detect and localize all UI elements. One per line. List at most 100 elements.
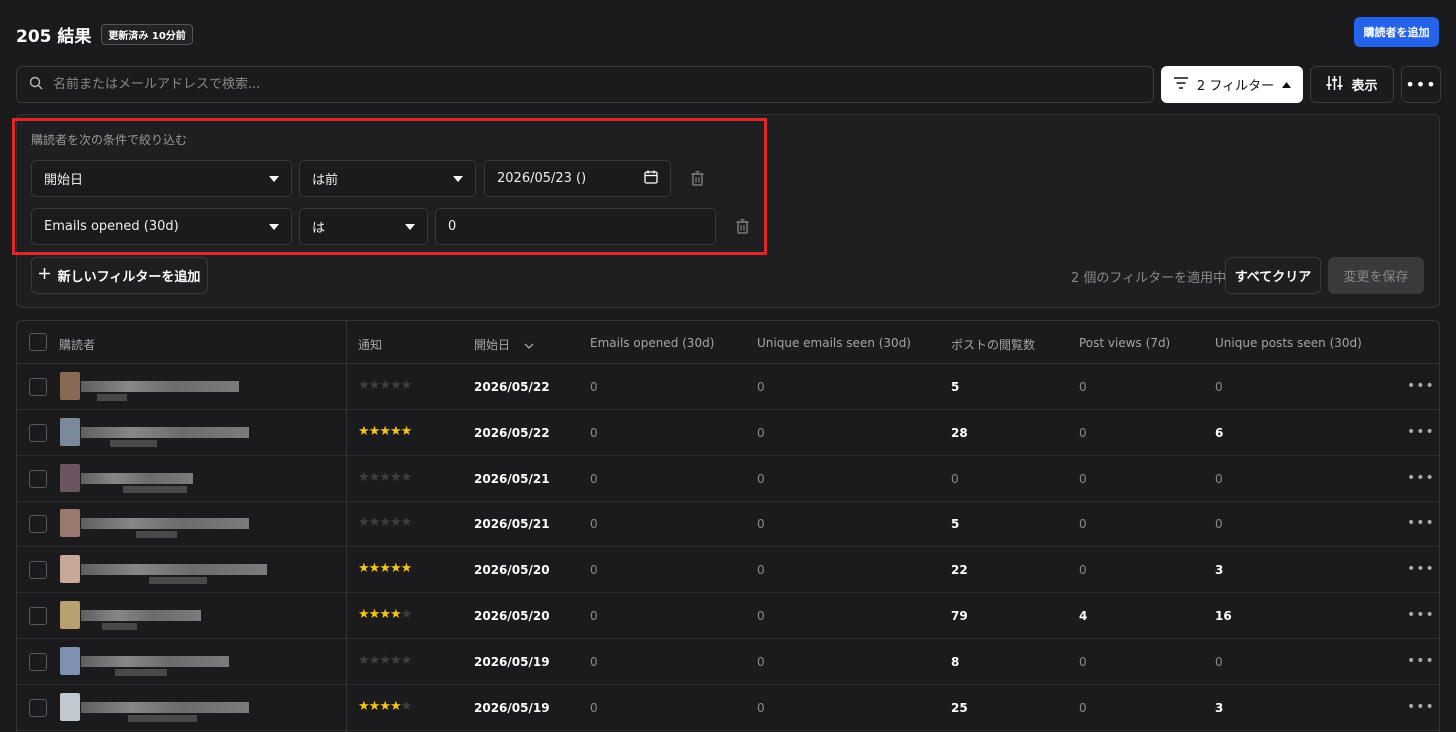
star-icon: ★ [400,652,413,668]
filter-heading: 購読者を次の条件で絞り込む [31,133,188,147]
notification-stars: ★★★★★ [358,515,412,531]
select-all-checkbox[interactable] [29,333,47,351]
star-icon: ★ [400,698,413,714]
start-date-label: 開始日 [474,338,511,352]
star-icon: ★ [358,378,370,393]
start-date-cell: 2026/05/19 [474,700,550,715]
emails-opened-cell: 0 [590,563,598,578]
row-checkbox[interactable] [29,698,47,717]
plus-icon [38,268,50,283]
column-header-unique-emails[interactable]: Unique emails seen (30d) [757,336,911,350]
view-button[interactable]: 表示 [1310,66,1394,103]
search-input[interactable] [53,77,1153,92]
unique-posts-cell: 0 [1215,654,1223,669]
caret-down-icon [453,175,463,182]
row-more-icon[interactable]: ••• [1407,561,1435,577]
start-date-cell: 2026/05/22 [474,425,550,440]
updated-badge: 更新済み 10分前 [101,23,193,45]
row-checkbox[interactable] [29,652,47,671]
column-header-unique-posts[interactable]: Unique posts seen (30d) [1215,336,1362,350]
table-row[interactable]: ★★★★★ 2026/05/19 0 0 8 0 0 ••• [17,639,1439,685]
row-more-icon[interactable]: ••• [1407,378,1435,394]
clear-all-button[interactable]: すべてクリア [1225,257,1321,294]
subscriber-email-redacted [149,577,207,585]
row-more-icon[interactable]: ••• [1407,424,1435,440]
avatar [60,646,80,675]
filter-1-operator-value: は前 [312,173,339,188]
row-more-icon[interactable]: ••• [1407,515,1435,531]
row-checkbox[interactable] [29,378,47,396]
subscriber-email-redacted [102,623,137,630]
subscriber-email-redacted [115,668,167,676]
row-checkbox[interactable] [29,423,47,442]
star-icon: ★ [368,515,381,531]
star-icon: ★ [368,652,381,668]
search-bar[interactable] [16,66,1154,103]
row-checkbox[interactable] [29,469,47,488]
filter-2-value-input[interactable]: 0 [435,208,716,245]
notification-stars: ★★★★★ [358,652,413,668]
filter-lines-icon [1173,76,1189,93]
post-views-7d-cell: 0 [1079,700,1087,715]
avatar [60,417,80,446]
add-filter-button[interactable]: 新しいフィルターを追加 [31,257,208,294]
star-icon: ★ [358,652,370,668]
column-header-emails-opened[interactable]: Emails opened (30d) [590,336,714,350]
avatar [60,692,80,721]
table-row[interactable]: ★★★★★ 2026/05/22 0 0 5 0 0 ••• [17,364,1439,410]
unique-emails-cell: 0 [757,563,765,578]
ellipsis-icon: ••• [1405,75,1437,94]
filter-1-field-select[interactable]: 開始日 [31,160,292,197]
column-header-subscriber[interactable]: 購読者 [59,336,95,353]
post-views-7d-cell: 0 [1079,517,1087,532]
row-checkbox[interactable] [29,561,47,580]
row-more-icon[interactable]: ••• [1407,607,1435,623]
post-views-cell: 0 [951,471,959,486]
filter-1-date-input[interactable]: 2026/05/23 () [484,160,671,197]
row-checkbox[interactable] [29,515,47,534]
table-row[interactable]: ★★★★★ 2026/05/22 0 0 28 0 6 ••• [17,410,1439,456]
avatar [60,555,80,584]
notification-stars: ★★★★★ [358,470,412,485]
post-views-cell: 79 [951,609,968,623]
unique-posts-cell: 3 [1215,563,1224,578]
notification-stars: ★★★★★ [358,561,412,576]
filter-1-field-value: 開始日 [44,173,84,188]
chevron-up-icon [1282,77,1292,92]
emails-opened-cell: 0 [590,700,598,715]
filter-1-operator-select[interactable]: は前 [299,160,476,197]
filter-2-delete-icon[interactable] [735,218,749,234]
table-row[interactable]: ★★★★★ 2026/05/21 0 0 0 0 0 ••• [17,456,1439,502]
add-subscriber-button[interactable]: 購読者を追加 [1354,17,1439,47]
row-more-icon[interactable]: ••• [1407,653,1435,669]
post-views-7d-cell: 4 [1079,609,1088,623]
filter-toggle-button[interactable]: 2 フィルター [1161,66,1303,103]
filter-button-label: 2 フィルター [1196,79,1275,94]
more-options-button[interactable]: ••• [1401,66,1441,103]
unique-posts-cell: 0 [1215,517,1223,532]
emails-opened-cell: 0 [590,517,598,532]
filter-2-operator-select[interactable]: は [299,208,428,245]
table-row[interactable]: ★★★★★ 2026/05/20 0 0 22 0 3 ••• [17,547,1439,594]
star-icon: ★ [358,607,370,622]
table-row[interactable]: ★★★★★ 2026/05/19 0 0 25 0 3 ••• [17,685,1439,731]
row-more-icon[interactable]: ••• [1407,699,1435,715]
row-checkbox[interactable] [29,607,47,625]
table-row[interactable]: ★★★★★ 2026/05/21 0 0 5 0 0 ••• [17,501,1439,548]
calendar-icon[interactable] [644,170,658,188]
column-header-notify[interactable]: 通知 [358,336,382,353]
column-header-post-views-7d[interactable]: Post views (7d) [1079,336,1170,350]
column-header-post-views[interactable]: ポストの閲覧数 [951,336,1035,353]
star-icon: ★ [379,515,391,531]
filter-1-delete-icon[interactable] [690,170,704,186]
unique-posts-cell: 16 [1215,609,1232,623]
post-views-7d-cell: 0 [1079,380,1087,394]
filter-1-date-value: 2026/05/23 () [497,171,587,186]
unique-posts-cell: 0 [1215,380,1223,394]
column-header-start-date[interactable]: 開始日 [474,336,534,353]
save-changes-button[interactable]: 変更を保存 [1328,257,1424,294]
caret-down-icon [269,175,279,182]
table-row[interactable]: ★★★★★ 2026/05/20 0 0 79 4 16 ••• [17,593,1439,639]
filter-2-field-select[interactable]: Emails opened (30d) [31,208,292,245]
row-more-icon[interactable]: ••• [1407,470,1435,486]
